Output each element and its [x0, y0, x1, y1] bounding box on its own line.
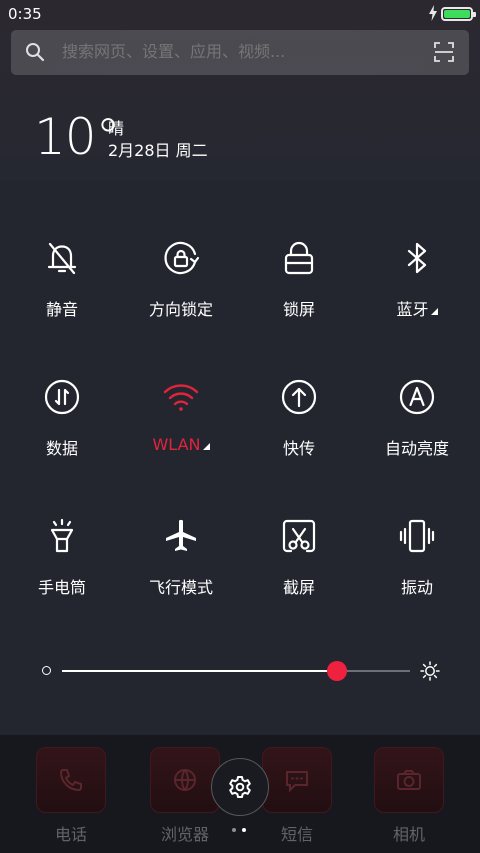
screenshot-icon — [282, 519, 316, 553]
status-bar: 0:35 — [0, 0, 480, 28]
airplane-icon — [166, 519, 196, 551]
mobile-data-icon — [44, 379, 80, 415]
search-input[interactable] — [62, 42, 422, 61]
brightness-low-icon — [42, 666, 51, 675]
charging-icon — [429, 5, 437, 21]
page-indicator-dot-1 — [232, 828, 236, 832]
rotation-lock-icon — [164, 241, 200, 275]
expand-caret-icon — [430, 308, 438, 315]
tile-vibrate[interactable]: 振动 — [357, 517, 477, 627]
tile-label-wlan: WLAN — [121, 435, 241, 454]
tile-airplane-mode[interactable]: 飞行模式 — [121, 517, 241, 627]
weather-date: 2月28日 周二 — [108, 141, 208, 160]
battery-fill — [444, 10, 470, 18]
dock-label-camera: 相机 — [392, 825, 425, 844]
tile-label-vibrate: 振动 — [400, 578, 433, 597]
lock-icon — [284, 241, 314, 275]
vibrate-icon — [399, 519, 435, 553]
tile-label-rotation-lock: 方向锁定 — [148, 300, 213, 319]
gear-icon — [229, 776, 251, 798]
bluetooth-icon — [407, 242, 427, 274]
dock-label-browser: 浏览器 — [160, 825, 209, 844]
tile-bluetooth[interactable]: 蓝牙 — [357, 239, 477, 349]
weather-temperature: 10° — [34, 108, 121, 166]
message-icon — [286, 771, 308, 793]
tile-label-silent: 静音 — [45, 300, 78, 319]
tile-auto-brightness[interactable]: 自动亮度 — [357, 378, 477, 488]
brightness-slider-fill — [62, 670, 337, 672]
bell-mute-icon — [47, 242, 77, 275]
flashlight-icon — [50, 518, 74, 553]
dock-app-camera[interactable]: 相机 — [352, 735, 462, 853]
tile-lock-screen[interactable]: 锁屏 — [239, 239, 359, 349]
phone-app-icon — [36, 747, 106, 813]
weather-condition: 晴 — [108, 119, 125, 138]
battery-icon — [441, 7, 476, 21]
tile-label-screenshot: 截屏 — [282, 578, 315, 597]
status-time: 0:35 — [8, 5, 42, 23]
dock-label-messages: 短信 — [280, 825, 313, 844]
tile-label-auto-brightness: 自动亮度 — [384, 439, 449, 458]
tile-mobile-data[interactable]: 数据 — [2, 378, 122, 488]
settings-button[interactable] — [211, 758, 269, 816]
search-icon — [26, 43, 45, 62]
browser-app-icon — [150, 747, 220, 813]
tile-label-airplane-mode: 飞行模式 — [148, 578, 213, 597]
brightness-slider-thumb[interactable] — [327, 661, 347, 681]
tile-label-bluetooth: 蓝牙 — [357, 296, 477, 320]
scan-icon[interactable] — [434, 42, 454, 62]
tile-silent[interactable]: 静音 — [2, 239, 122, 349]
camera-app-icon — [374, 747, 444, 813]
tile-label-lock-screen: 锁屏 — [282, 300, 315, 319]
tile-flashlight[interactable]: 手电筒 — [2, 517, 122, 627]
auto-brightness-icon — [399, 379, 435, 415]
expand-caret-icon — [202, 443, 210, 450]
tile-rotation-lock[interactable]: 方向锁定 — [121, 239, 241, 349]
page-indicator-dot-2 — [242, 828, 246, 832]
tile-label-flashlight: 手电筒 — [37, 578, 86, 597]
quick-transfer-icon — [281, 379, 317, 415]
browser-icon — [174, 769, 196, 791]
tile-label-mobile-data: 数据 — [45, 439, 78, 458]
tile-quick-transfer[interactable]: 快传 — [239, 378, 359, 488]
brightness-high-icon — [420, 661, 440, 681]
search-bar[interactable] — [11, 30, 469, 75]
camera-icon — [397, 770, 421, 790]
tile-label-quick-transfer: 快传 — [282, 439, 315, 458]
tile-screenshot[interactable]: 截屏 — [239, 517, 359, 627]
tile-wlan[interactable]: WLAN — [121, 378, 241, 488]
wifi-icon — [163, 384, 199, 411]
messages-app-icon — [262, 747, 332, 813]
phone-icon — [59, 769, 82, 792]
dock-app-phone[interactable]: 电话 — [14, 735, 124, 853]
brightness-slider-track[interactable] — [62, 670, 410, 672]
dock-label-phone: 电话 — [54, 825, 87, 844]
